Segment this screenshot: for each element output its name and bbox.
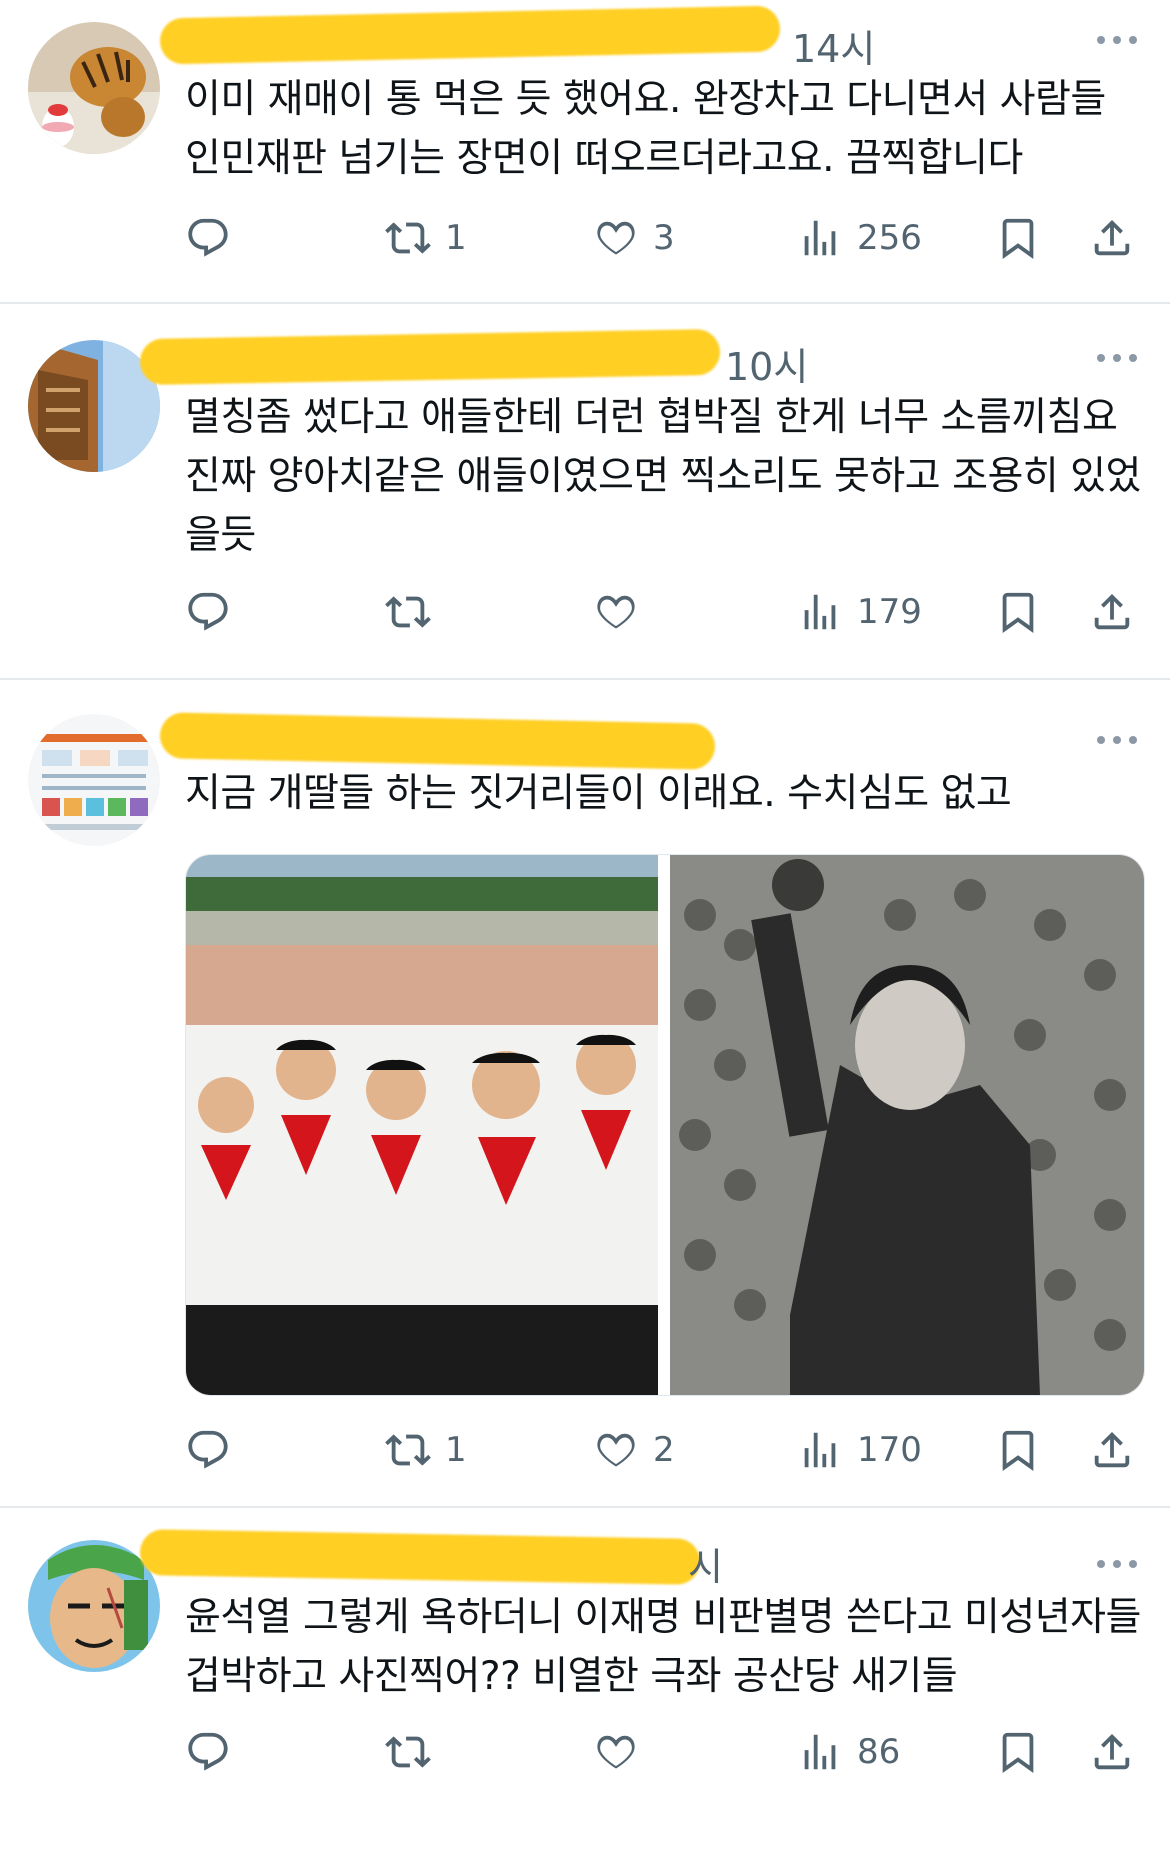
avatar[interactable] bbox=[28, 714, 160, 846]
children-salute-photo[interactable] bbox=[186, 855, 658, 1395]
tweet-3[interactable]: 지금 개딸들 하는 짓거리들이 이래요. 수치심도 없고 1 2 170 bbox=[0, 680, 1170, 1506]
tiger-avatar-image bbox=[28, 22, 160, 154]
share-button[interactable] bbox=[1089, 208, 1135, 268]
media-grid[interactable] bbox=[185, 854, 1145, 1396]
timestamp[interactable]: 10시 bbox=[725, 336, 808, 391]
views-icon bbox=[797, 215, 843, 261]
views-button[interactable]: 86 bbox=[797, 1722, 900, 1782]
like-count: 2 bbox=[653, 1430, 675, 1470]
reply-button[interactable] bbox=[185, 1420, 231, 1480]
retweet-button[interactable] bbox=[385, 582, 445, 642]
retweet-icon bbox=[385, 1427, 431, 1473]
bookmark-icon bbox=[995, 589, 1041, 635]
share-icon bbox=[1089, 1729, 1135, 1775]
view-count: 256 bbox=[857, 218, 922, 258]
reply-icon bbox=[185, 589, 231, 635]
share-button[interactable] bbox=[1089, 582, 1135, 642]
bookmark-icon bbox=[995, 1729, 1041, 1775]
reply-icon bbox=[185, 1427, 231, 1473]
action-bar: 1 3 256 bbox=[185, 208, 1140, 268]
views-icon bbox=[797, 1427, 843, 1473]
retweet-icon bbox=[385, 215, 431, 261]
anime-character-avatar-image bbox=[28, 1540, 160, 1672]
heart-icon bbox=[593, 215, 639, 261]
bookmark-button[interactable] bbox=[995, 1722, 1041, 1782]
views-icon bbox=[797, 1729, 843, 1775]
avatar[interactable] bbox=[28, 1540, 160, 1672]
retweet-button[interactable] bbox=[385, 1722, 445, 1782]
action-bar: 179 bbox=[185, 582, 1140, 642]
tweet-text: 이미 재매이 통 먹은 듯 했어요. 완장차고 다니면서 사람들 인민재판 넘기… bbox=[185, 77, 1106, 181]
reply-button[interactable] bbox=[185, 1722, 231, 1782]
views-button[interactable]: 179 bbox=[797, 582, 922, 642]
action-bar bbox=[185, 1186, 1140, 1246]
views-button[interactable]: 170 bbox=[797, 1420, 922, 1480]
like-button[interactable] bbox=[593, 1722, 653, 1782]
view-count: 170 bbox=[857, 1430, 922, 1470]
redacted-username bbox=[159, 5, 781, 65]
heart-icon bbox=[593, 589, 639, 635]
share-icon bbox=[1089, 215, 1135, 261]
view-count: 86 bbox=[857, 1732, 901, 1772]
more-icon[interactable] bbox=[1094, 30, 1140, 50]
like-button[interactable]: 2 bbox=[593, 1420, 675, 1480]
tweet-2[interactable]: 10시 멸칭좀 썼다고 애들한테 더런 협박질 한게 너무 소름끼침요 진짜 양… bbox=[0, 304, 1170, 678]
tweet-text: 지금 개딸들 하는 짓거리들이 이래요. 수치심도 없고 bbox=[185, 771, 1012, 816]
share-button[interactable] bbox=[1089, 1420, 1135, 1480]
like-button[interactable]: 3 bbox=[593, 208, 675, 268]
redacted-username bbox=[139, 328, 721, 386]
retweet-count: 1 bbox=[445, 1430, 467, 1470]
timestamp[interactable]: 14시 bbox=[792, 18, 875, 73]
tweet-text: 윤석열 그렇게 욕하더니 이재명 비판별명 쓴다고 미성년자들 겁박하고 사진찍… bbox=[185, 1595, 1141, 1699]
share-icon bbox=[1089, 589, 1135, 635]
tweet-4[interactable]: 시 윤석열 그렇게 욕하더니 이재명 비판별명 쓴다고 미성년자들 겁박하고 사… bbox=[0, 1508, 1170, 1860]
heart-icon bbox=[593, 1729, 639, 1775]
more-icon[interactable] bbox=[1094, 1554, 1140, 1574]
infographic-avatar-image bbox=[28, 714, 160, 846]
reply-icon bbox=[185, 215, 231, 261]
action-bar: 1 2 170 bbox=[185, 1420, 1140, 1480]
timestamp[interactable]: 시 bbox=[688, 1536, 723, 1591]
reply-button[interactable] bbox=[185, 582, 231, 642]
bookmark-button[interactable] bbox=[995, 582, 1041, 642]
reply-button[interactable] bbox=[185, 208, 231, 268]
retweet-icon bbox=[385, 589, 431, 635]
retweet-count: 1 bbox=[445, 218, 467, 258]
raised-fist-photo[interactable] bbox=[670, 855, 1144, 1395]
like-count: 3 bbox=[653, 218, 675, 258]
share-icon bbox=[1089, 1427, 1135, 1473]
heart-icon bbox=[593, 1427, 639, 1473]
bookmark-button[interactable] bbox=[995, 1420, 1041, 1480]
like-button[interactable] bbox=[593, 582, 653, 642]
views-button[interactable]: 256 bbox=[797, 208, 922, 268]
retweet-button[interactable]: 1 bbox=[385, 208, 467, 268]
tweet-text: 멸칭좀 썼다고 애들한테 더런 협박질 한게 너무 소름끼침요 진짜 양아치같은… bbox=[185, 395, 1141, 558]
bookmark-button[interactable] bbox=[995, 208, 1041, 268]
action-bar: 86 bbox=[185, 1722, 1140, 1782]
retweet-icon bbox=[385, 1729, 431, 1775]
retweet-button[interactable]: 1 bbox=[385, 1420, 467, 1480]
redacted-username bbox=[139, 1529, 701, 1585]
share-button[interactable] bbox=[1089, 1722, 1135, 1782]
views-icon bbox=[797, 589, 843, 635]
more-icon[interactable] bbox=[1094, 348, 1140, 368]
view-count: 179 bbox=[857, 592, 922, 632]
bookmark-icon bbox=[995, 215, 1041, 261]
more-icon[interactable] bbox=[1094, 730, 1140, 750]
reply-icon bbox=[185, 1729, 231, 1775]
bookmark-icon bbox=[995, 1427, 1041, 1473]
tweet-1[interactable]: 14시 이미 재매이 통 먹은 듯 했어요. 완장차고 다니면서 사람들 인민재… bbox=[0, 0, 1170, 300]
avatar[interactable] bbox=[28, 22, 160, 154]
redacted-username bbox=[159, 712, 716, 770]
